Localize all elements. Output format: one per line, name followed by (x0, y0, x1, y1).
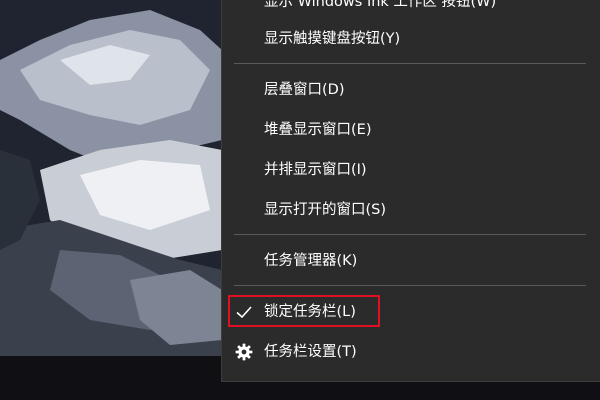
menu-item-task-manager[interactable]: 任务管理器(K) (222, 243, 600, 279)
menu-item-show-touch-keyboard[interactable]: 显示触摸键盘按钮(Y) (222, 21, 600, 57)
menu-item-show-windows-ink[interactable]: 显示 Windows Ink 工作区 按钮(W) (222, 0, 600, 20)
taskbar-context-menu: 显示 Windows Ink 工作区 按钮(W) 显示触摸键盘按钮(Y) 层叠窗… (221, 0, 600, 382)
checkmark-icon (236, 306, 252, 319)
menu-item-side-by-side-windows[interactable]: 并排显示窗口(I) (222, 152, 600, 188)
menu-item-label: 显示触摸键盘按钮(Y) (264, 31, 401, 47)
menu-item-label: 显示 Windows Ink 工作区 按钮(W) (264, 0, 497, 10)
desktop-screen: 显示 Windows Ink 工作区 按钮(W) 显示触摸键盘按钮(Y) 层叠窗… (0, 0, 600, 400)
menu-item-label: 层叠窗口(D) (264, 82, 345, 98)
menu-separator (234, 285, 586, 286)
menu-item-label: 任务管理器(K) (264, 253, 358, 269)
menu-item-show-desktop-windows[interactable]: 显示打开的窗口(S) (222, 192, 600, 228)
menu-item-taskbar-settings[interactable]: 任务栏设置(T) (222, 334, 600, 370)
menu-item-label: 显示打开的窗口(S) (264, 202, 387, 218)
menu-item-label: 锁定任务栏(L) (264, 304, 356, 320)
menu-item-stack-windows[interactable]: 堆叠显示窗口(E) (222, 112, 600, 148)
menu-item-cascade-windows[interactable]: 层叠窗口(D) (222, 72, 600, 108)
menu-item-label: 并排显示窗口(I) (264, 162, 367, 178)
menu-separator (234, 63, 586, 64)
gear-icon (235, 343, 253, 361)
menu-item-lock-taskbar[interactable]: 锁定任务栏(L) (222, 294, 600, 330)
menu-item-label: 堆叠显示窗口(E) (264, 122, 372, 138)
menu-separator (234, 234, 586, 235)
menu-item-label: 任务栏设置(T) (264, 344, 357, 360)
